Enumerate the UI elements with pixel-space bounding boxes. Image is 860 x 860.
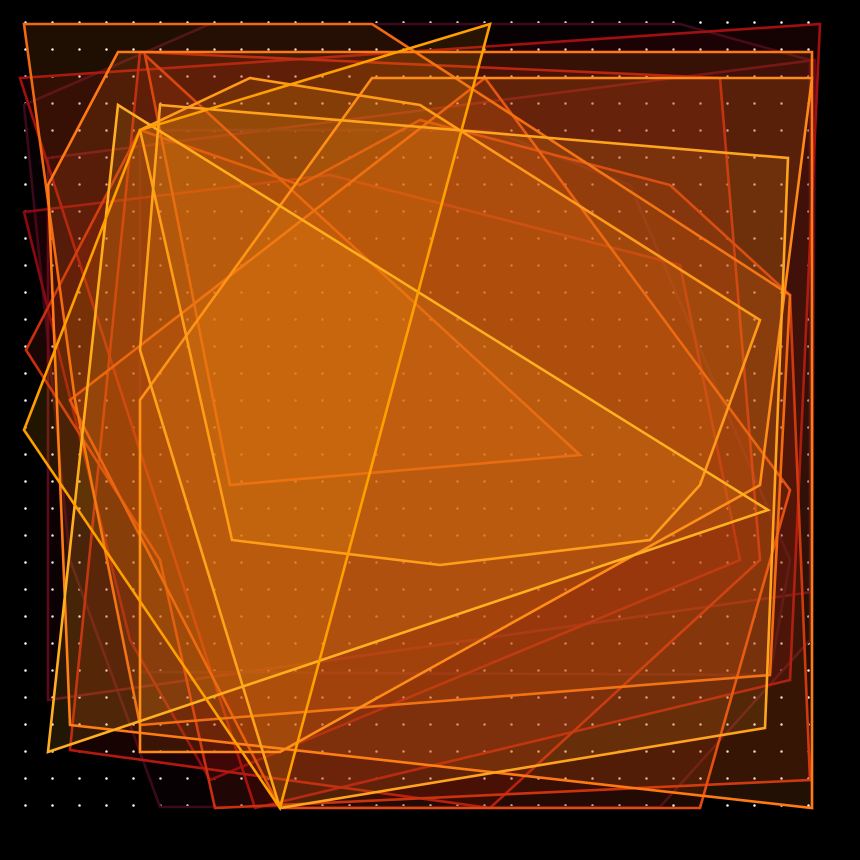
overlapping-polygons	[18, 22, 822, 812]
generative-artwork	[0, 0, 860, 860]
